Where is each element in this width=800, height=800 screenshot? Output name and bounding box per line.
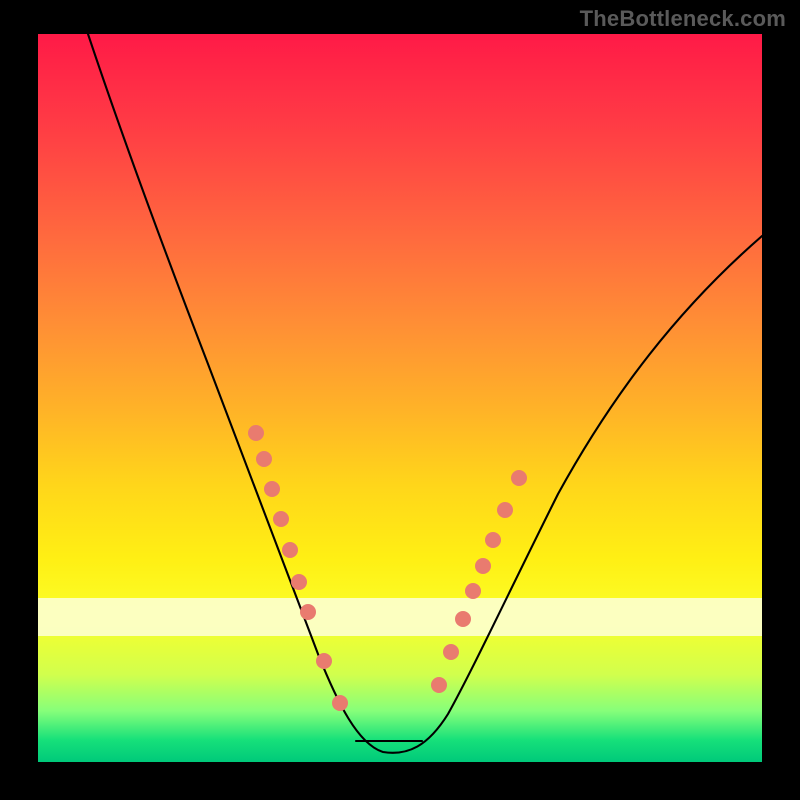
chart-frame: TheBottleneck.com xyxy=(0,0,800,800)
bottleneck-curve xyxy=(88,34,762,753)
plot-area xyxy=(38,34,762,762)
left-dot-cluster xyxy=(248,425,348,711)
curve-layer xyxy=(38,34,762,762)
watermark-text: TheBottleneck.com xyxy=(580,6,786,32)
right-dot-cluster xyxy=(431,470,527,693)
